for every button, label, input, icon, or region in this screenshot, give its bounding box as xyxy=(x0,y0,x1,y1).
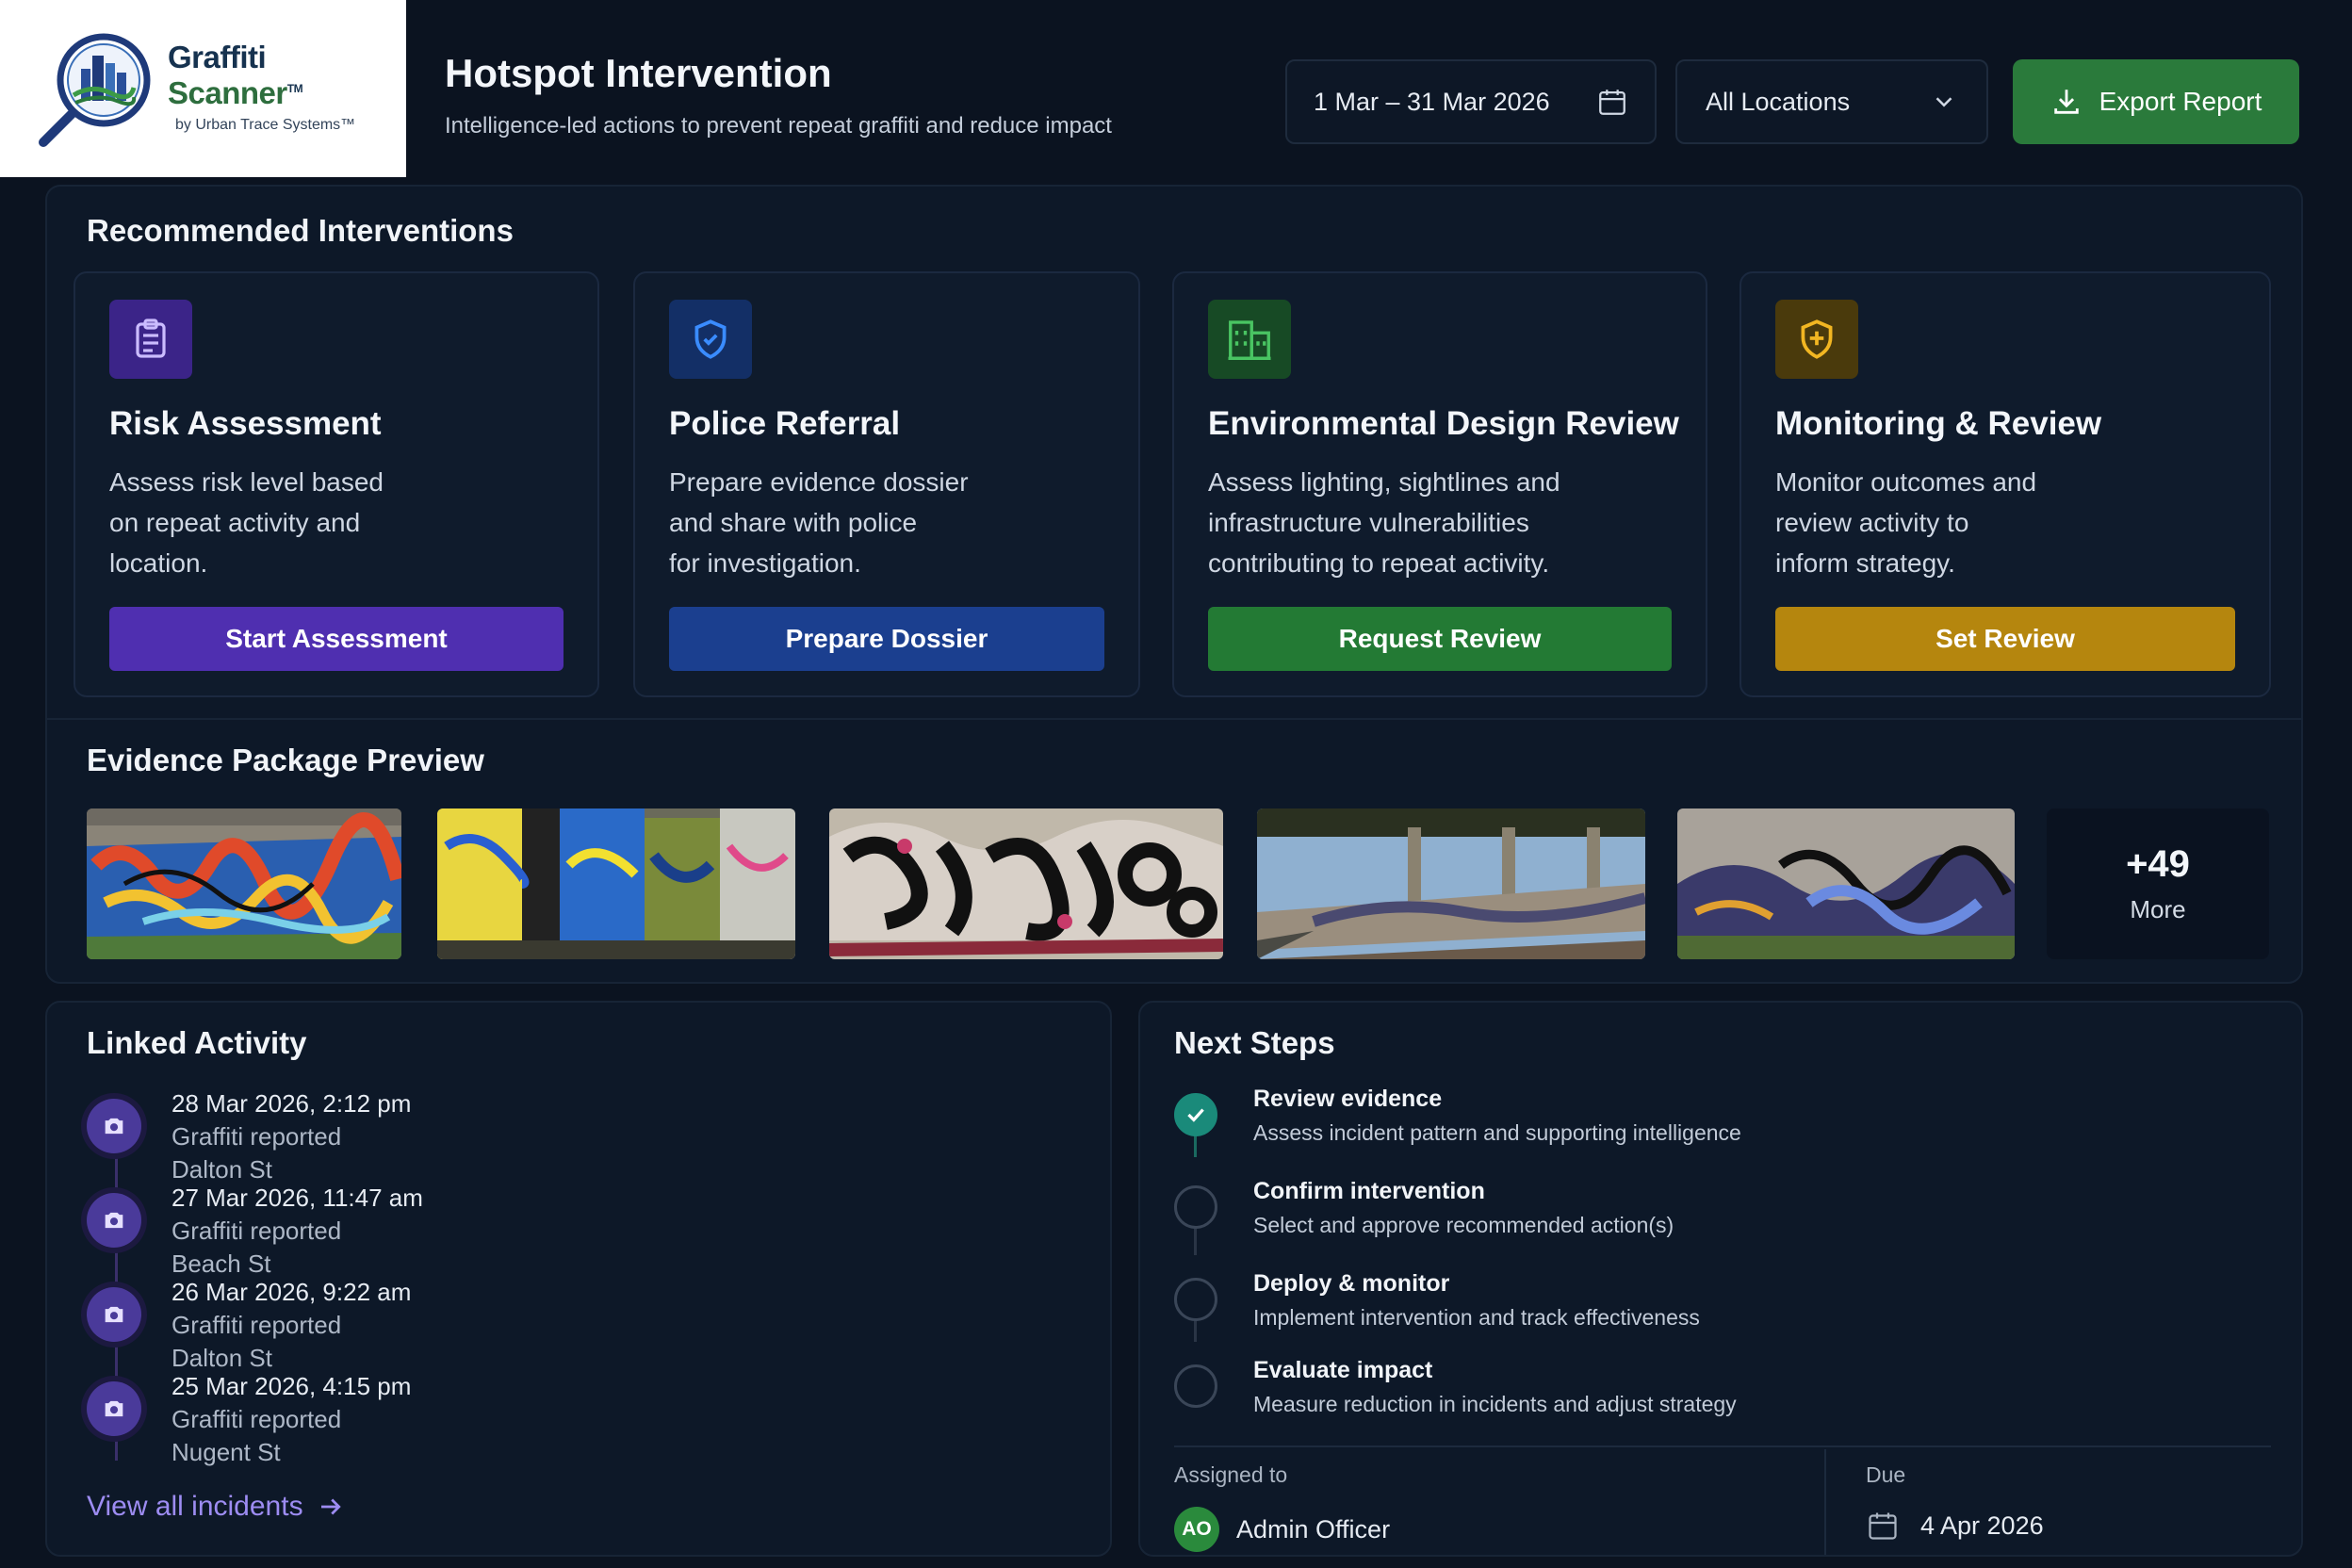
location-select[interactable]: All Locations xyxy=(1675,59,1988,144)
assigned-to[interactable]: Assigned to AO Admin Officer xyxy=(1174,1462,1390,1552)
card-risk-assessment: Risk Assessment Assess risk level based … xyxy=(74,271,599,697)
chevron-down-icon xyxy=(1936,97,1952,107)
evidence-thumbnail[interactable] xyxy=(87,808,401,959)
request-review-button[interactable]: Request Review xyxy=(1208,607,1672,671)
due-date[interactable]: Due 4 Apr 2026 xyxy=(1866,1462,2044,1543)
clipboard-icon xyxy=(109,300,192,379)
export-label: Export Report xyxy=(2099,87,2262,116)
card-description: Prepare evidence dossier and share with … xyxy=(669,467,969,578)
interventions-panel: Recommended Interventions Risk Assessmen… xyxy=(45,185,2303,718)
building-icon xyxy=(1208,300,1291,379)
card-description: Assess risk level based on repeat activi… xyxy=(109,467,384,578)
date-range-picker[interactable]: 1 Mar – 31 Mar 2026 xyxy=(1285,59,1657,144)
card-description: Assess lighting, sightlines and infrastr… xyxy=(1208,467,1560,578)
divider xyxy=(1174,1446,2271,1447)
card-monitoring-review: Monitoring & Review Monitor outcomes and… xyxy=(1740,271,2271,697)
location-value: All Locations xyxy=(1706,87,1851,116)
page-title: Hotspot Intervention xyxy=(445,51,832,95)
evidence-thumbnail[interactable] xyxy=(829,808,1223,959)
step-pending-circle xyxy=(1174,1278,1217,1321)
brand-logo[interactable]: Graffiti ScannerTM by Urban Trace System… xyxy=(0,0,406,177)
assigned-label: Assigned to xyxy=(1174,1462,1288,1487)
evidence-thumbnail[interactable] xyxy=(1677,808,2015,959)
evidence-title: Evidence Package Preview xyxy=(87,743,484,777)
brand-name: Graffiti ScannerTM xyxy=(168,40,303,110)
step-pending-circle xyxy=(1174,1364,1217,1408)
camera-icon xyxy=(87,1099,141,1153)
assignee-name: Admin Officer xyxy=(1236,1514,1391,1544)
calendar-icon xyxy=(1869,1512,1897,1540)
prepare-dossier-button[interactable]: Prepare Dossier xyxy=(669,607,1104,671)
arrow-right-icon xyxy=(320,1498,341,1515)
next-steps-title: Next Steps xyxy=(1174,1025,1335,1060)
evidence-thumbnail[interactable] xyxy=(437,808,795,959)
card-title: Risk Assessment xyxy=(109,405,382,442)
magnifier-city-icon xyxy=(36,27,158,150)
due-date-value: 4 Apr 2026 xyxy=(1920,1511,2044,1540)
check-icon xyxy=(1174,1093,1217,1136)
card-title: Police Referral xyxy=(669,405,901,442)
card-environmental-design-review: Environmental Design Review Assess light… xyxy=(1172,271,1707,697)
shield-plus-icon xyxy=(1775,300,1858,379)
start-assessment-button[interactable]: Start Assessment xyxy=(109,607,564,671)
page-subtitle: Intelligence-led actions to prevent repe… xyxy=(445,113,1112,139)
evidence-panel: Evidence Package Preview +49 More xyxy=(45,718,2303,984)
card-description: Monitor outcomes and review activity to … xyxy=(1775,467,2037,578)
linked-activity-panel: Linked Activity 28 Mar 2026, 2:12 pm Gra… xyxy=(45,1001,1112,1557)
step-pending-circle xyxy=(1174,1185,1217,1229)
brand-byline: by Urban Trace Systems™ xyxy=(175,117,356,133)
date-range-value: 1 Mar – 31 Mar 2026 xyxy=(1314,87,1550,116)
interventions-title: Recommended Interventions xyxy=(87,213,514,248)
avatar: AO xyxy=(1174,1507,1219,1552)
view-all-incidents-link[interactable]: View all incidents xyxy=(87,1491,345,1523)
shield-check-icon xyxy=(669,300,752,379)
calendar-icon xyxy=(1599,90,1625,115)
camera-icon xyxy=(87,1381,141,1436)
card-title: Monitoring & Review xyxy=(1775,405,2102,442)
card-title: Environmental Design Review xyxy=(1208,405,1679,442)
card-police-referral: Police Referral Prepare evidence dossier… xyxy=(633,271,1140,697)
more-evidence-button[interactable]: +49 More xyxy=(2047,808,2269,959)
camera-icon xyxy=(87,1287,141,1342)
download-icon xyxy=(2053,90,2079,114)
export-report-button[interactable]: Export Report xyxy=(2013,59,2299,144)
more-count: +49 xyxy=(2126,843,2190,885)
next-steps-panel: Next Steps Review evidence Assess incide… xyxy=(1138,1001,2303,1557)
camera-icon xyxy=(87,1193,141,1248)
more-label: More xyxy=(2130,895,2186,923)
due-label: Due xyxy=(1866,1462,1906,1487)
evidence-thumbnail[interactable] xyxy=(1257,808,1645,959)
set-review-button[interactable]: Set Review xyxy=(1775,607,2235,671)
linked-activity-title: Linked Activity xyxy=(87,1025,307,1060)
divider xyxy=(1824,1449,1826,1555)
